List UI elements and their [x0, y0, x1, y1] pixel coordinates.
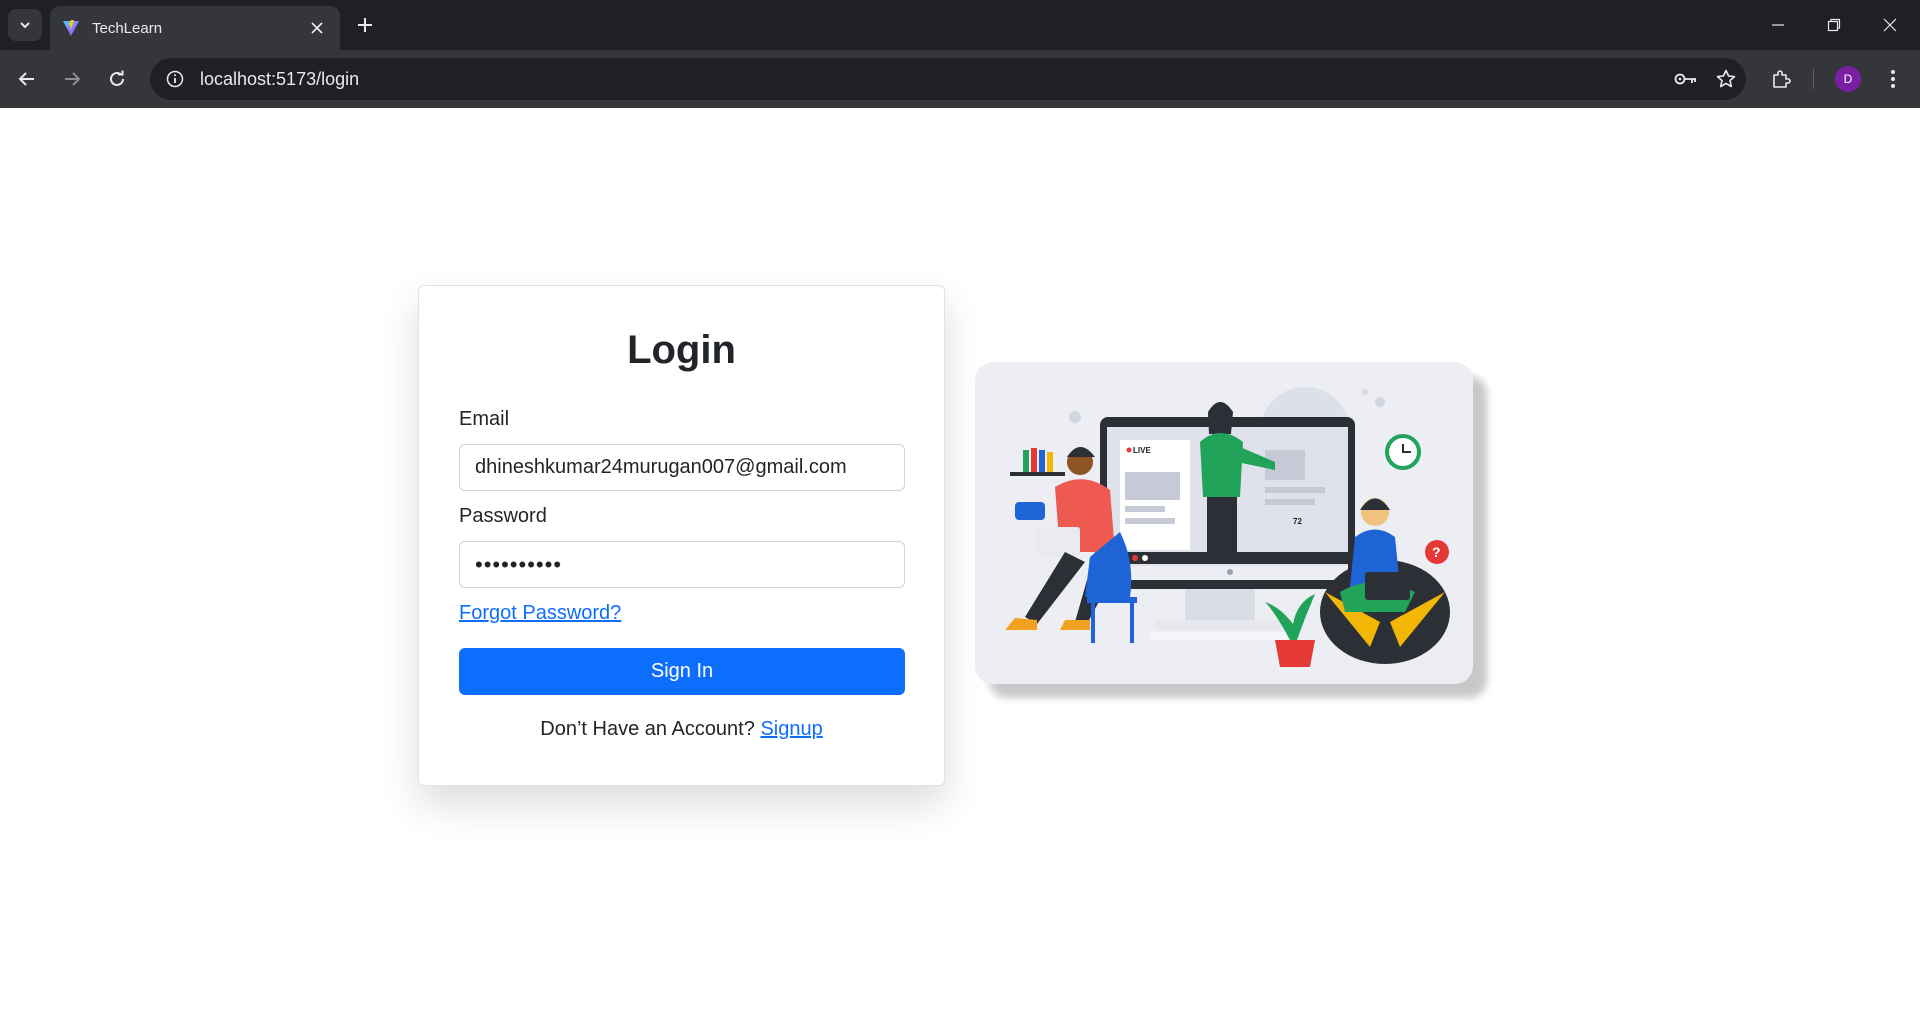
info-icon: [166, 70, 184, 88]
password-label: Password: [459, 505, 547, 527]
chevron-down-icon: [20, 22, 30, 29]
profile-button[interactable]: D: [1831, 62, 1865, 96]
online-learning-illustration: LIVE 72 ?: [975, 362, 1473, 684]
back-button[interactable]: [10, 62, 44, 96]
sign-in-button[interactable]: Sign In: [459, 648, 905, 695]
plus-icon: [358, 18, 372, 32]
live-badge: LIVE: [1133, 446, 1151, 455]
svg-text:?: ?: [1432, 544, 1441, 560]
viewer-count: 72: [1293, 517, 1302, 526]
restore-icon: [1827, 18, 1841, 32]
bookmark-button[interactable]: [1706, 58, 1746, 100]
restore-button[interactable]: [1806, 0, 1862, 50]
tab-bar: TechLearn: [0, 0, 1920, 50]
back-icon: [18, 72, 34, 86]
more-icon: [1891, 70, 1895, 88]
new-tab-button[interactable]: [351, 11, 379, 39]
email-label: Email: [459, 408, 510, 430]
forgot-password-link[interactable]: Forgot Password?: [459, 602, 621, 625]
reload-button[interactable]: [100, 62, 134, 96]
no-account-text: Don’t Have an Account?: [540, 718, 755, 740]
extensions-icon: [1773, 70, 1791, 88]
login-card: Login Email dhineshkumar24murugan007@gma…: [418, 285, 945, 786]
minimize-button[interactable]: [1750, 0, 1806, 50]
signup-prompt: Don’t Have an Account? Signup: [419, 718, 944, 741]
email-field[interactable]: dhineshkumar24murugan007@gmail.com: [459, 444, 905, 491]
browser-tab[interactable]: TechLearn: [50, 6, 340, 50]
reload-icon: [110, 70, 124, 86]
browser-menu-button[interactable]: [1876, 62, 1910, 96]
tab-search-button[interactable]: [8, 9, 42, 41]
toolbar-divider: [1813, 69, 1814, 89]
tab-close-button[interactable]: [306, 17, 328, 39]
forward-button[interactable]: [55, 62, 89, 96]
avatar: D: [1835, 66, 1861, 92]
forward-icon: [65, 72, 81, 86]
browser-toolbar: localhost:5173/login D: [0, 50, 1920, 108]
site-info-button[interactable]: [154, 58, 196, 100]
star-icon: [1716, 69, 1736, 88]
illustration-graphic: LIVE 72 ?: [1005, 387, 1450, 667]
close-window-button[interactable]: [1862, 0, 1918, 50]
close-icon: [1883, 18, 1897, 32]
page-title: Login: [627, 328, 736, 372]
password-manager-button[interactable]: [1666, 58, 1706, 100]
url-text[interactable]: localhost:5173/login: [200, 69, 1666, 90]
tab-title: TechLearn: [92, 19, 163, 37]
extensions-button[interactable]: [1764, 62, 1798, 96]
key-icon: [1674, 73, 1696, 85]
vite-logo-icon: [63, 20, 79, 36]
address-bar[interactable]: localhost:5173/login: [150, 58, 1746, 100]
signup-link[interactable]: Signup: [760, 718, 822, 740]
close-icon: [311, 22, 323, 34]
password-field[interactable]: ••••••••••: [459, 541, 905, 588]
minimize-icon: [1772, 24, 1784, 26]
